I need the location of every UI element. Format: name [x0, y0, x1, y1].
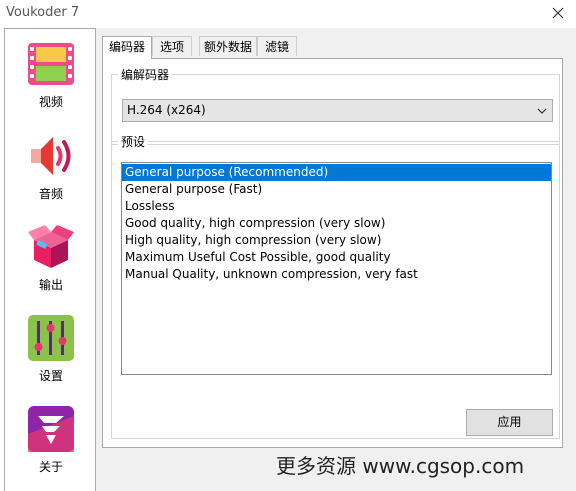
list-item[interactable]: Good quality, high compression (very slo…	[122, 215, 551, 232]
sidebar-item-video[interactable]: 视频	[5, 35, 97, 119]
apply-button[interactable]: 应用	[466, 409, 553, 436]
list-item[interactable]: General purpose (Fast)	[122, 181, 551, 198]
encoder-panel: 编解码器 H.264 (x264) 预设 General purpose (Re…	[102, 58, 563, 448]
sidebar-item-label: 视频	[38, 95, 63, 109]
sidebar-item-output[interactable]: 输出	[5, 218, 97, 302]
main-area: 编码器 选项 额外数据 滤镜 编解码器 H.264 (x264) 预设 Gene…	[96, 28, 576, 491]
tab-encoder[interactable]: 编码器	[102, 36, 152, 59]
watermark-text: 更多资源 www.cgsop.com	[276, 454, 525, 478]
tab-filters[interactable]: 滤镜	[257, 36, 297, 56]
preset-group-label: 预设	[118, 133, 149, 150]
sliders-settings-icon	[28, 315, 74, 361]
preset-group: 预设 General purpose (Recommended) General…	[111, 133, 560, 439]
title-bar: Voukoder 7	[0, 0, 576, 28]
list-item[interactable]: High quality, high compression (very slo…	[122, 232, 551, 249]
sidebar-item-label: 关于	[38, 460, 63, 474]
window-title: Voukoder 7	[6, 5, 80, 20]
list-item[interactable]: Maximum Useful Cost Possible, good quali…	[122, 249, 551, 266]
codec-select[interactable]: H.264 (x264)	[122, 99, 553, 122]
sidebar: 视频 音频 输出 设置 关于	[4, 28, 96, 491]
speaker-icon	[31, 137, 71, 175]
sidebar-item-about[interactable]: 关于	[5, 400, 97, 484]
sidebar-item-label: 音频	[38, 187, 63, 201]
sidebar-item-label: 输出	[38, 278, 63, 292]
list-item[interactable]: Lossless	[122, 198, 551, 215]
codec-select-value: H.264 (x264)	[127, 103, 206, 117]
box-output-icon	[28, 225, 74, 268]
list-item[interactable]: General purpose (Recommended)	[122, 164, 551, 181]
tab-extra-data[interactable]: 额外数据	[199, 36, 257, 56]
list-item[interactable]: Manual Quality, unknown compression, ver…	[122, 266, 551, 283]
video-film-icon	[28, 43, 74, 85]
codec-group-label: 编解码器	[118, 66, 173, 83]
codec-group: 编解码器 H.264 (x264)	[111, 66, 560, 145]
about-logo-icon	[28, 406, 74, 452]
sidebar-item-audio[interactable]: 音频	[5, 127, 97, 211]
close-icon	[552, 7, 564, 19]
chevron-down-icon	[537, 108, 547, 114]
close-button[interactable]	[546, 2, 570, 24]
sidebar-item-settings[interactable]: 设置	[5, 309, 97, 393]
tab-options[interactable]: 选项	[152, 36, 192, 56]
sidebar-item-label: 设置	[38, 369, 63, 383]
preset-listbox[interactable]: General purpose (Recommended) General pu…	[121, 162, 552, 375]
